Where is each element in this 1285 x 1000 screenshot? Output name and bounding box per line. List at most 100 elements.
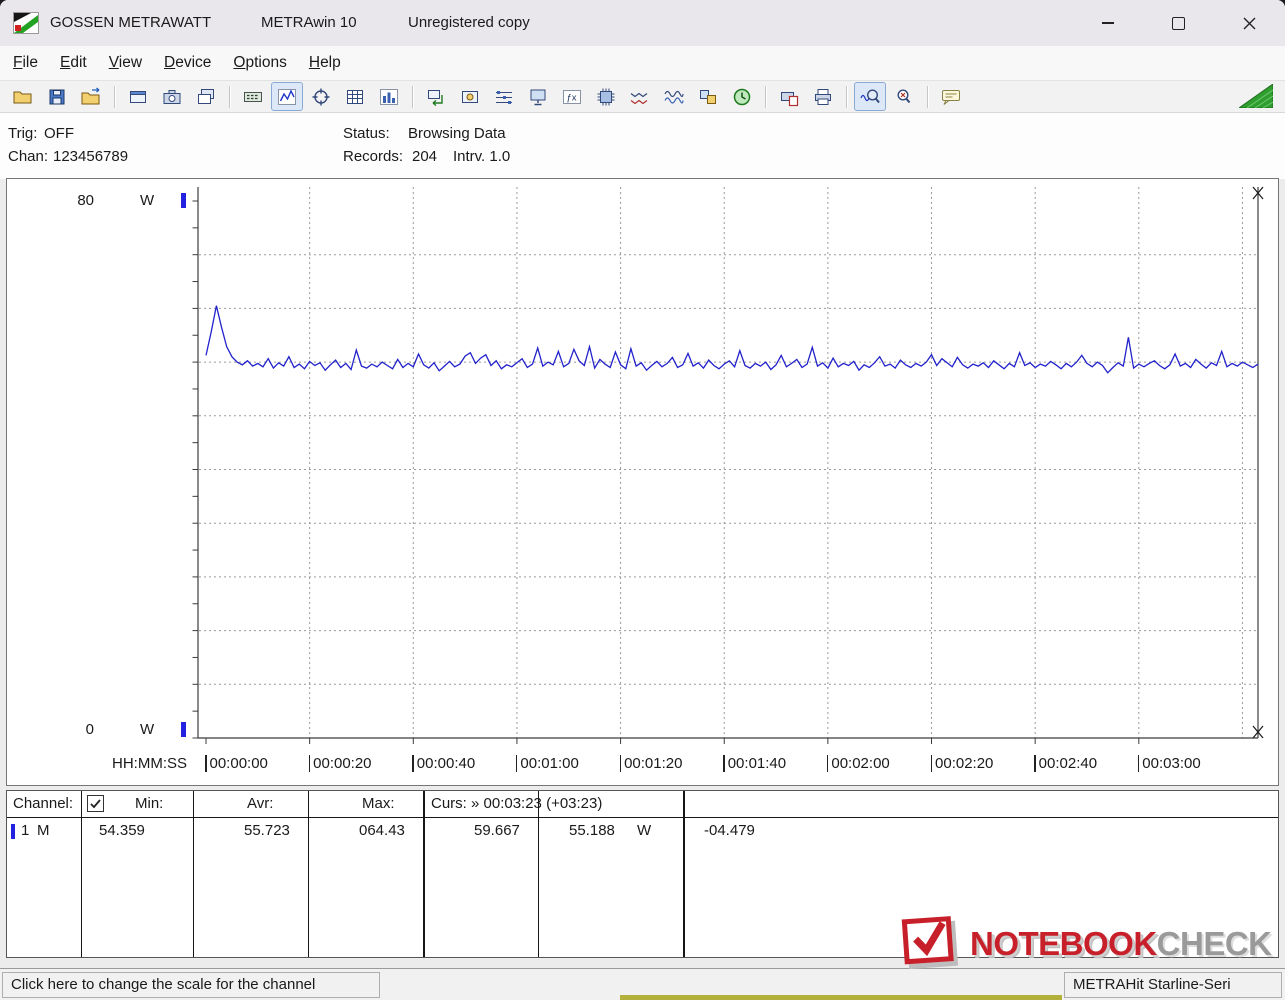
x-tick-label: 00:01:40 xyxy=(723,755,786,773)
maximize-button[interactable] xyxy=(1155,0,1201,46)
power-chart[interactable] xyxy=(7,179,1278,785)
crosshair-icon-glyph xyxy=(310,87,332,107)
menu-view[interactable]: View xyxy=(98,47,153,79)
license-label: Unregistered copy xyxy=(408,0,530,46)
trig-value: OFF xyxy=(44,125,74,143)
cell-unit: W xyxy=(637,822,651,840)
col-header-max: Max: xyxy=(362,795,395,813)
watermark-check-text: CHECK xyxy=(1157,925,1272,963)
menu-file[interactable]: File xyxy=(2,47,49,79)
status-bar-message[interactable]: Click here to change the scale for the c… xyxy=(2,972,380,998)
histogram-icon[interactable] xyxy=(373,82,405,111)
chan-value: 123456789 xyxy=(53,148,128,166)
cell-cursor-value-2: 55.188 xyxy=(569,822,615,840)
table-divider xyxy=(538,791,539,957)
title-bar: GOSSEN METRAWATT METRAwin 10 Unregistere… xyxy=(0,0,1285,46)
channel-setup-icon[interactable] xyxy=(488,82,520,111)
window-copy-icon-glyph xyxy=(195,87,217,107)
notebookcheck-watermark: NOTEBOOKCHECK xyxy=(898,914,1272,974)
snapshot-icon[interactable] xyxy=(156,82,188,111)
table-divider xyxy=(193,791,194,957)
interval-value: Intrv. 1.0 xyxy=(453,148,510,166)
numeric-display-icon[interactable] xyxy=(237,82,269,111)
y-axis-min-label: 0 xyxy=(64,721,94,738)
device-transfer-icon-glyph xyxy=(425,87,447,107)
channel-visibility-checkbox[interactable] xyxy=(87,795,104,812)
annotation-icon[interactable] xyxy=(935,82,967,111)
timer-icon[interactable] xyxy=(726,82,758,111)
x-tick-bar xyxy=(516,755,518,772)
cell-channel-mode: M xyxy=(37,822,50,840)
y-axis-unit-bottom: W xyxy=(140,721,154,738)
table-divider xyxy=(81,791,82,957)
merge-channels-icon-glyph xyxy=(697,87,719,107)
bottom-strip xyxy=(620,995,1062,1000)
menu-bar: FileEditViewDeviceOptionsHelp xyxy=(0,46,1285,81)
crosshair-icon[interactable] xyxy=(305,82,337,111)
x-tick-label: 00:02:00 xyxy=(827,755,890,773)
view-new-window-icon-glyph xyxy=(127,87,149,107)
x-tick-bar xyxy=(1034,755,1036,772)
table-view-icon[interactable] xyxy=(339,82,371,111)
menu-device[interactable]: Device xyxy=(153,47,222,79)
x-tick-label: 00:02:40 xyxy=(1034,755,1097,773)
toolbar-separator xyxy=(927,86,928,108)
app-title: GOSSEN METRAWATT xyxy=(50,0,211,46)
y-scale-handle-top[interactable] xyxy=(181,193,186,208)
line-chart-icon[interactable] xyxy=(271,82,303,111)
x-tick-label: 00:00:00 xyxy=(205,755,268,773)
cell-max: 064.43 xyxy=(359,822,405,840)
device-transfer-icon[interactable] xyxy=(420,82,452,111)
col-header-avr: Avr: xyxy=(247,795,273,813)
chart-panel: 80 W 0 W HH:MM:SS 00:00:0000:00:2000:00:… xyxy=(6,178,1279,786)
formula-icon[interactable]: ƒx xyxy=(556,82,588,111)
file-save-icon[interactable] xyxy=(41,82,73,111)
envelope-icon[interactable] xyxy=(658,82,690,111)
print-icon-glyph xyxy=(812,87,834,107)
y-scale-handle-bottom[interactable] xyxy=(181,722,186,737)
print-preview-icon[interactable] xyxy=(773,82,805,111)
view-new-window-icon[interactable] xyxy=(122,82,154,111)
file-open-icon-glyph xyxy=(12,87,34,107)
notebookcheck-logo-icon xyxy=(898,914,964,974)
file-open-icon[interactable] xyxy=(7,82,39,111)
numeric-display-icon-glyph xyxy=(242,87,264,107)
memory-read-icon[interactable] xyxy=(590,82,622,111)
device-config-icon[interactable] xyxy=(454,82,486,111)
print-icon[interactable] xyxy=(807,82,839,111)
menu-options[interactable]: Options xyxy=(222,47,297,79)
toolbar-separator xyxy=(846,86,847,108)
line-chart-icon-glyph xyxy=(276,87,298,107)
x-axis-title: HH:MM:SS xyxy=(112,755,187,772)
cell-min: 54.359 xyxy=(99,822,145,840)
x-tick-label: 00:02:20 xyxy=(931,755,994,773)
x-tick-label: 00:01:00 xyxy=(516,755,579,773)
merge-channels-icon[interactable] xyxy=(692,82,724,111)
toolbar-grip-triangle[interactable] xyxy=(1239,84,1273,113)
y-axis-ticks xyxy=(193,201,1139,744)
window-copy-icon[interactable] xyxy=(190,82,222,111)
close-button[interactable] xyxy=(1226,0,1272,46)
channel-color-marker xyxy=(11,824,15,839)
toolbar-separator xyxy=(765,86,766,108)
file-export-icon[interactable] xyxy=(75,82,107,111)
annotation-icon-glyph xyxy=(940,87,962,107)
status-bar-device: METRAHit Starline-Seri xyxy=(1064,972,1282,998)
cell-channel-number[interactable]: 1 xyxy=(21,822,29,840)
app-logo-icon xyxy=(13,12,39,34)
status-panel: Trig: OFF Chan: 123456789 Status: Browsi… xyxy=(0,113,1285,179)
snapshot-icon-glyph xyxy=(161,87,183,107)
toolbar-separator xyxy=(229,86,230,108)
minimize-button[interactable] xyxy=(1085,0,1131,46)
menu-edit[interactable]: Edit xyxy=(49,47,98,79)
limit-markers-icon[interactable] xyxy=(624,82,656,111)
x-tick-bar xyxy=(723,755,725,772)
menu-help[interactable]: Help xyxy=(298,47,352,79)
maximize-icon xyxy=(1172,17,1185,30)
status-value: Browsing Data xyxy=(408,125,506,143)
zoom-value-icon[interactable] xyxy=(888,82,920,111)
zoom-time-icon[interactable] xyxy=(854,82,886,111)
histogram-icon-glyph xyxy=(378,87,400,107)
monitor-icon[interactable] xyxy=(522,82,554,111)
watermark-notebook-text: NOTEBOOK xyxy=(970,925,1157,963)
